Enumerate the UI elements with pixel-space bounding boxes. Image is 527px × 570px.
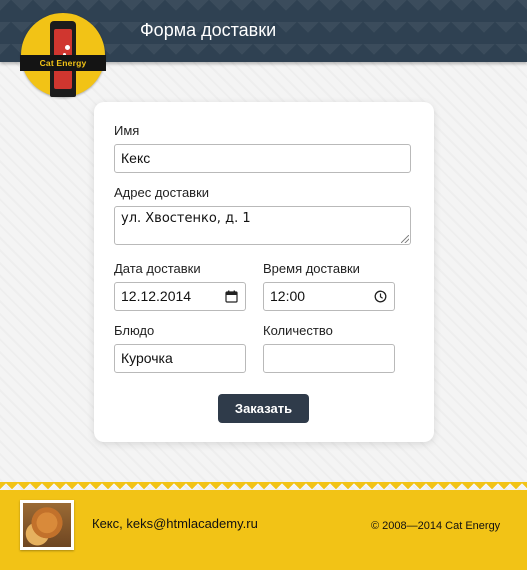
time-label: Время доставки — [263, 261, 360, 276]
page-title: Форма доставки — [140, 20, 277, 40]
cat-avatar — [20, 500, 74, 550]
order-button[interactable]: Заказать — [218, 394, 309, 423]
dish-input[interactable]: Курочка — [114, 344, 246, 373]
date-value: 12.12.2014 — [121, 288, 192, 304]
dish-label: Блюдо — [114, 323, 155, 338]
address-value: ул. Хвостенко, д. 1 — [121, 211, 251, 226]
cat-energy-logo[interactable]: Cat Energy — [20, 13, 106, 97]
time-input[interactable]: 12:00 — [263, 282, 395, 311]
delivery-form: Имя Кекс Адрес доставки ул. Хвостенко, д… — [94, 102, 434, 442]
footer-contact[interactable]: Кекс, keks@htmlacademy.ru — [92, 516, 258, 531]
time-value: 12:00 — [270, 288, 306, 304]
logo-text: Cat Energy — [20, 55, 106, 71]
footer-copyright: © 2008—2014 Cat Energy — [371, 520, 501, 532]
address-label: Адрес доставки — [114, 185, 210, 200]
quantity-label: Количество — [263, 323, 333, 338]
quantity-input[interactable] — [263, 344, 395, 373]
date-input[interactable]: 12.12.2014 — [114, 282, 246, 311]
calendar-icon[interactable] — [225, 290, 238, 303]
name-input[interactable]: Кекс — [114, 144, 411, 173]
page-footer: Кекс, keks@htmlacademy.ru © 2008—2014 Ca… — [0, 490, 527, 570]
date-label: Дата доставки — [114, 261, 201, 276]
resize-handle-icon[interactable] — [401, 235, 409, 243]
clock-icon[interactable] — [374, 290, 387, 303]
name-label: Имя — [114, 123, 140, 138]
address-textarea[interactable]: ул. Хвостенко, д. 1 — [114, 206, 411, 245]
